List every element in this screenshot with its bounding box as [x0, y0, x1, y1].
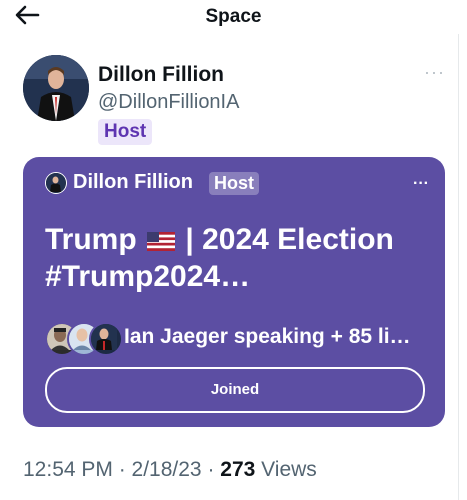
card-more-button[interactable]: ··· [413, 175, 429, 193]
views-count: 273 [220, 458, 256, 481]
card-host-name: Dillon Fillion [73, 171, 193, 193]
top-bar: Space [0, 0, 467, 34]
more-options-button[interactable]: ··· [424, 62, 445, 83]
timestamp: 12:54 PM · 2/18/23 · [23, 458, 221, 481]
page-title: Space [205, 6, 262, 27]
views-label: Views [255, 458, 317, 481]
host-avatar[interactable] [23, 55, 89, 121]
us-flag-icon [147, 231, 176, 251]
divider [458, 34, 459, 500]
speaker-avatars[interactable] [45, 322, 125, 356]
avatar-image [23, 55, 89, 121]
joined-button[interactable]: Joined [45, 367, 425, 413]
speaking-status: Ian Jaeger speaking + 85 li… [124, 325, 411, 348]
post-meta: 12:54 PM · 2/18/23 · 273 Views [23, 458, 317, 482]
space-card[interactable]: Dillon Fillion Host ··· Trump | 2024 Ele… [23, 157, 445, 427]
host-handle[interactable]: @DillonFillionIA [98, 91, 239, 114]
card-host-badge: Host [209, 172, 259, 195]
host-badge: Host [98, 119, 153, 145]
speaker-avatar [89, 322, 123, 356]
host-name[interactable]: Dillon Fillion [98, 63, 224, 87]
space-title: Trump | 2024 Election #Trump2024… [45, 221, 425, 295]
card-host-avatar [45, 172, 67, 194]
space-title-part1: Trump [45, 223, 137, 256]
